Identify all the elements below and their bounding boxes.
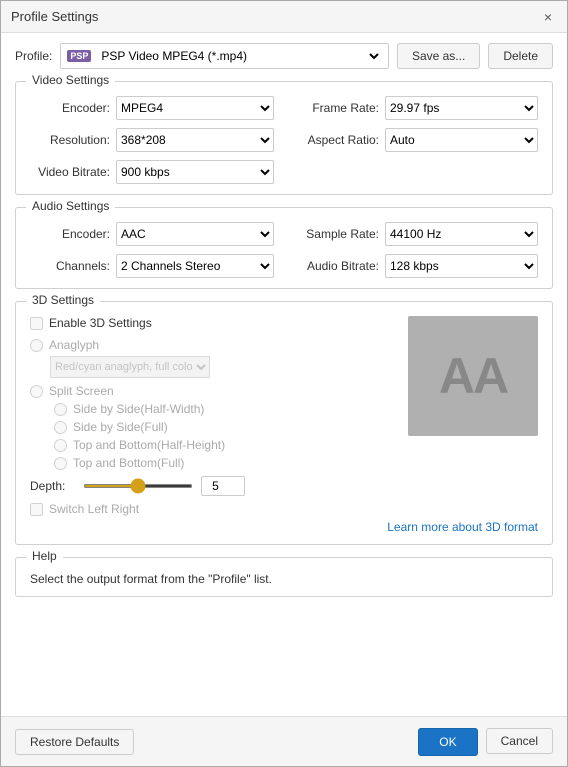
audio-encoder-label: Encoder: <box>30 227 110 241</box>
option3-label: Top and Bottom(Half-Height) <box>73 438 225 452</box>
video-left-col: Encoder: MPEG4 Resolution: 368*208 Video… <box>30 96 274 184</box>
enable-3d-label: Enable 3D Settings <box>49 316 152 330</box>
d3-content: Enable 3D Settings Anaglyph Red/cyan ana… <box>30 316 538 516</box>
audio-bitrate-row: Audio Bitrate: 128 kbps <box>294 254 538 278</box>
video-bitrate-select[interactable]: 900 kbps <box>116 160 274 184</box>
video-settings-title: Video Settings <box>26 73 115 87</box>
switch-lr-label: Switch Left Right <box>49 502 139 516</box>
anaglyph-row: Anaglyph <box>30 338 394 352</box>
psp-badge: PSP <box>67 50 91 62</box>
video-right-col: Frame Rate: 29.97 fps Aspect Ratio: Auto <box>294 96 538 184</box>
split-screen-options: Side by Side(Half-Width) Side by Side(Fu… <box>34 402 394 470</box>
profile-row: Profile: PSP PSP Video MPEG4 (*.mp4) Sav… <box>15 43 553 69</box>
close-button[interactable]: × <box>539 8 557 26</box>
channels-select[interactable]: 2 Channels Stereo <box>116 254 274 278</box>
title-bar: Profile Settings × <box>1 1 567 33</box>
d3-settings-title: 3D Settings <box>26 293 100 307</box>
encoder-row: Encoder: MPEG4 <box>30 96 274 120</box>
learn-more-link[interactable]: Learn more about 3D format <box>30 520 538 534</box>
dialog-title: Profile Settings <box>11 9 98 24</box>
aa-preview-box: AA <box>408 316 538 436</box>
option1-radio[interactable] <box>54 403 67 416</box>
profile-label: Profile: <box>15 49 52 63</box>
audio-bitrate-select[interactable]: 128 kbps <box>385 254 538 278</box>
anaglyph-label: Anaglyph <box>49 338 99 352</box>
depth-slider[interactable] <box>83 484 193 488</box>
bottom-bar: Restore Defaults OK Cancel <box>1 716 567 766</box>
ok-cancel-group: OK Cancel <box>418 728 553 756</box>
depth-label: Depth: <box>30 479 75 493</box>
restore-defaults-button[interactable]: Restore Defaults <box>15 729 134 755</box>
profile-select[interactable]: PSP Video MPEG4 (*.mp4) <box>97 48 382 64</box>
option3-radio[interactable] <box>54 439 67 452</box>
aspect-ratio-select[interactable]: Auto <box>385 128 538 152</box>
delete-button[interactable]: Delete <box>488 43 553 69</box>
sample-rate-row: Sample Rate: 44100 Hz <box>294 222 538 246</box>
video-settings-section: Video Settings Encoder: MPEG4 Resolution… <box>15 81 553 195</box>
depth-row: Depth: <box>30 476 394 496</box>
split-screen-radio[interactable] <box>30 385 43 398</box>
save-as-button[interactable]: Save as... <box>397 43 480 69</box>
aspect-ratio-label: Aspect Ratio: <box>294 133 379 147</box>
anaglyph-radio[interactable] <box>30 339 43 352</box>
cancel-button[interactable]: Cancel <box>486 728 553 754</box>
main-content: Profile: PSP PSP Video MPEG4 (*.mp4) Sav… <box>1 33 567 716</box>
frame-rate-label: Frame Rate: <box>294 101 379 115</box>
enable-3d-checkbox[interactable] <box>30 317 43 330</box>
audio-left-col: Encoder: AAC Channels: 2 Channels Stereo <box>30 222 274 278</box>
option2-row: Side by Side(Full) <box>54 420 394 434</box>
frame-rate-select[interactable]: 29.97 fps <box>385 96 538 120</box>
resolution-select[interactable]: 368*208 <box>116 128 274 152</box>
depth-spinner[interactable] <box>201 476 245 496</box>
audio-bitrate-label: Audio Bitrate: <box>294 259 379 273</box>
audio-settings-section: Audio Settings Encoder: AAC Channels: 2 … <box>15 207 553 289</box>
help-title: Help <box>26 549 63 563</box>
audio-encoder-row: Encoder: AAC <box>30 222 274 246</box>
video-bitrate-label: Video Bitrate: <box>30 165 110 179</box>
d3-settings-section: 3D Settings Enable 3D Settings Anaglyph <box>15 301 553 545</box>
option1-row: Side by Side(Half-Width) <box>54 402 394 416</box>
sample-rate-select[interactable]: 44100 Hz <box>385 222 538 246</box>
split-screen-row: Split Screen <box>30 384 394 398</box>
encoder-select[interactable]: MPEG4 <box>116 96 274 120</box>
anaglyph-select-wrapper: Red/cyan anaglyph, full color <box>50 356 394 378</box>
option1-label: Side by Side(Half-Width) <box>73 402 204 416</box>
aa-preview-text: AA <box>439 347 507 405</box>
audio-encoder-select[interactable]: AAC <box>116 222 274 246</box>
frame-rate-row: Frame Rate: 29.97 fps <box>294 96 538 120</box>
video-settings-grid: Encoder: MPEG4 Resolution: 368*208 Video… <box>30 96 538 184</box>
option4-radio[interactable] <box>54 457 67 470</box>
switch-lr-checkbox[interactable] <box>30 503 43 516</box>
option3-row: Top and Bottom(Half-Height) <box>54 438 394 452</box>
help-text: Select the output format from the "Profi… <box>30 572 538 586</box>
aspect-ratio-row: Aspect Ratio: Auto <box>294 128 538 152</box>
ok-button[interactable]: OK <box>418 728 477 756</box>
dialog-window: Profile Settings × Profile: PSP PSP Vide… <box>0 0 568 767</box>
resolution-label: Resolution: <box>30 133 110 147</box>
d3-left: Enable 3D Settings Anaglyph Red/cyan ana… <box>30 316 394 516</box>
audio-right-col: Sample Rate: 44100 Hz Audio Bitrate: 128… <box>294 222 538 278</box>
resolution-row: Resolution: 368*208 <box>30 128 274 152</box>
encoder-label: Encoder: <box>30 101 110 115</box>
anaglyph-select[interactable]: Red/cyan anaglyph, full color <box>50 356 210 378</box>
help-section: Help Select the output format from the "… <box>15 557 553 597</box>
enable-3d-row: Enable 3D Settings <box>30 316 394 330</box>
split-screen-label: Split Screen <box>49 384 114 398</box>
channels-label: Channels: <box>30 259 110 273</box>
audio-settings-title: Audio Settings <box>26 199 115 213</box>
profile-select-container: PSP PSP Video MPEG4 (*.mp4) <box>60 43 389 69</box>
option2-radio[interactable] <box>54 421 67 434</box>
option4-label: Top and Bottom(Full) <box>73 456 184 470</box>
channels-row: Channels: 2 Channels Stereo <box>30 254 274 278</box>
option4-row: Top and Bottom(Full) <box>54 456 394 470</box>
sample-rate-label: Sample Rate: <box>294 227 379 241</box>
video-bitrate-row: Video Bitrate: 900 kbps <box>30 160 274 184</box>
audio-settings-grid: Encoder: AAC Channels: 2 Channels Stereo <box>30 222 538 278</box>
switch-lr-row: Switch Left Right <box>30 502 394 516</box>
option2-label: Side by Side(Full) <box>73 420 168 434</box>
